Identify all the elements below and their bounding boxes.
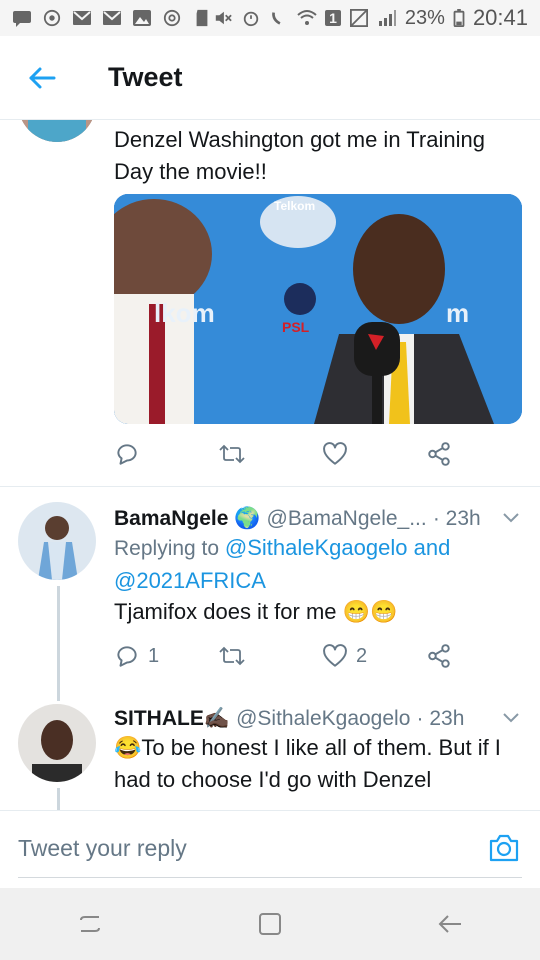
mute-icon — [215, 11, 232, 25]
gmail-icon — [73, 11, 91, 25]
media-logo-top: Telkom — [274, 199, 315, 213]
recent-apps-button[interactable] — [60, 894, 120, 954]
app-header: Tweet — [0, 36, 540, 120]
media-banner-left: lkom — [154, 298, 215, 328]
share-button[interactable] — [426, 441, 452, 467]
page-title: Tweet — [108, 62, 183, 92]
system-nav-bar — [0, 888, 540, 960]
reply-button[interactable] — [114, 441, 218, 467]
reply-header: SITHALE✍🏿 @SithaleKgaogelo · 23h — [114, 702, 464, 735]
retweet-icon — [219, 444, 245, 464]
alarm-icon — [243, 11, 259, 27]
share-button[interactable] — [426, 643, 452, 669]
sd-card-icon — [196, 9, 208, 27]
timestamp: · 23h — [416, 707, 465, 730]
wifi-icon — [297, 10, 317, 25]
clock: 20:41 — [472, 5, 528, 30]
avatar[interactable] — [18, 502, 96, 580]
share-icon — [428, 442, 450, 466]
reply-header: BamaNgele 🌍 @BamaNgele_... · 23h — [114, 502, 481, 535]
reply-text: 😂To be honest I like all of them. But if… — [114, 735, 501, 792]
avatar[interactable] — [18, 120, 96, 142]
user-name[interactable]: SITHALE✍🏿 — [114, 707, 230, 730]
user-name[interactable]: BamaNgele 🌍 — [114, 507, 260, 530]
reply-icon — [117, 444, 137, 465]
tweet-image[interactable]: Telkom lkom m PSL — [114, 194, 522, 424]
like-button[interactable] — [322, 442, 426, 466]
replying-to: Replying to @SithaleKgaogelo and @2021AF… — [114, 532, 514, 597]
chrome-icon — [163, 9, 181, 27]
replying-prefix: Replying to — [114, 537, 225, 560]
message-icon — [13, 11, 31, 27]
user-handle[interactable]: @SithaleKgaogelo — [236, 707, 410, 730]
camera-icon — [489, 834, 519, 862]
no-signal-icon — [349, 9, 368, 27]
camera-button[interactable] — [488, 833, 520, 868]
sim-badge: 1 — [325, 10, 341, 26]
back-arrow-icon — [438, 915, 461, 933]
tweet-actions — [114, 438, 452, 470]
arrow-left-icon — [29, 67, 56, 88]
retweet-button[interactable] — [218, 441, 322, 467]
thread-line — [57, 586, 60, 701]
user-handle[interactable]: @BamaNgele_... — [267, 507, 427, 530]
retweet-button[interactable] — [218, 643, 322, 669]
tweet-thread[interactable]: Denzel Washington got me in Training Day… — [0, 120, 540, 810]
timestamp: · 23h — [432, 507, 481, 530]
notification-icons — [12, 9, 212, 27]
tweet-text: Denzel Washington got me in Training Day… — [114, 127, 485, 184]
chevron-down-icon[interactable] — [502, 712, 520, 724]
share-icon — [428, 644, 450, 668]
reply-actions: 1 2 — [114, 640, 452, 672]
gallery-icon — [133, 10, 151, 26]
recent-apps-icon — [80, 916, 100, 932]
heart-icon — [323, 442, 347, 465]
battery-percent: 23% — [404, 6, 445, 29]
thread-line — [57, 788, 60, 810]
divider — [0, 486, 540, 487]
gmail-icon-2 — [103, 11, 121, 25]
reply-button[interactable]: 1 — [114, 643, 218, 669]
reply-count: 1 — [148, 644, 160, 667]
media-banner-right: m — [446, 298, 469, 328]
status-bar: 1 23% 20:41 — [0, 0, 540, 36]
back-nav-button[interactable] — [420, 894, 480, 954]
like-button[interactable]: 2 — [322, 644, 426, 668]
reply-icon — [117, 646, 137, 667]
heart-icon — [323, 644, 347, 667]
input-underline — [18, 877, 522, 878]
system-icons: 1 23% 20:41 — [213, 5, 528, 31]
reply-composer: Tweet your reply — [0, 810, 540, 888]
home-icon — [259, 913, 281, 935]
media-psl-logo: PSL — [282, 319, 310, 335]
whatsapp-icon — [43, 9, 61, 27]
like-count: 2 — [356, 644, 368, 667]
avatar[interactable] — [18, 704, 96, 782]
signal-icon — [378, 10, 396, 26]
reply-input[interactable]: Tweet your reply — [18, 835, 187, 862]
chevron-down-icon[interactable] — [502, 512, 520, 524]
battery-icon — [453, 9, 465, 27]
retweet-icon — [219, 646, 245, 666]
back-button[interactable] — [0, 36, 84, 120]
home-button[interactable] — [240, 894, 300, 954]
wifi-call-icon — [272, 12, 281, 25]
reply-text: Tjamifox does it for me 😁😁 — [114, 599, 398, 624]
